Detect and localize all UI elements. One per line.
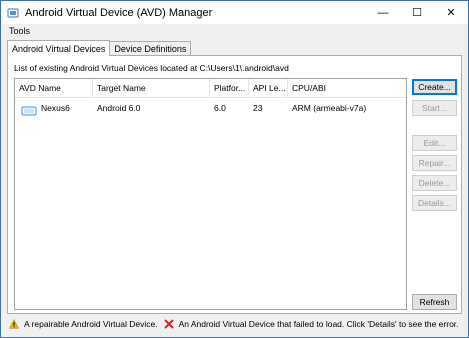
refresh-button[interactable]: Refresh bbox=[412, 294, 457, 310]
close-button[interactable]: ✕ bbox=[434, 1, 468, 24]
column-header-api-level[interactable]: API Le... bbox=[249, 78, 288, 98]
cell-cpu-abi: ARM (armeabi-v7a) bbox=[292, 103, 367, 113]
table-row[interactable]: Nexus6 Android 6.0 6.0 23 ARM (armeabi-v… bbox=[15, 98, 406, 118]
tab-android-virtual-devices[interactable]: Android Virtual Devices bbox=[7, 40, 111, 56]
tab-device-definitions[interactable]: Device Definitions bbox=[109, 41, 192, 56]
avd-table: AVD Name Target Name Platfor... API Le..… bbox=[14, 78, 407, 310]
cell-avd-name: Nexus6 bbox=[15, 98, 93, 118]
create-button[interactable]: Create... bbox=[412, 79, 457, 95]
device-icon bbox=[21, 103, 37, 116]
avd-manager-window: Android Virtual Device (AVD) Manager — ☐… bbox=[0, 0, 469, 338]
app-icon bbox=[7, 7, 19, 19]
menu-tools[interactable]: Tools bbox=[9, 26, 30, 36]
details-button[interactable]: Details... bbox=[412, 195, 457, 211]
cell-platform: 6.0 bbox=[214, 103, 226, 113]
menu-bar: Tools bbox=[1, 24, 468, 38]
maximize-button[interactable]: ☐ bbox=[400, 1, 434, 24]
minimize-button[interactable]: — bbox=[366, 1, 400, 24]
avd-name-text: Nexus6 bbox=[41, 103, 70, 113]
column-header-avd-name[interactable]: AVD Name bbox=[15, 78, 93, 98]
tab-strip: Android Virtual Devices Device Definitio… bbox=[7, 40, 192, 56]
table-header: AVD Name Target Name Platfor... API Le..… bbox=[15, 78, 406, 98]
window-title: Android Virtual Device (AVD) Manager bbox=[25, 6, 213, 19]
cell-target-name: Android 6.0 bbox=[97, 103, 141, 113]
column-header-target-name[interactable]: Target Name bbox=[93, 78, 210, 98]
avd-location-caption: List of existing Android Virtual Devices… bbox=[14, 63, 289, 73]
warning-icon bbox=[9, 319, 19, 329]
error-icon bbox=[164, 319, 174, 329]
delete-button[interactable]: Delete... bbox=[412, 175, 457, 191]
warning-legend-text: A repairable Android Virtual Device. bbox=[24, 319, 158, 329]
repair-button[interactable]: Repair... bbox=[412, 155, 457, 171]
legend-bar: A repairable Android Virtual Device. An … bbox=[9, 316, 459, 332]
column-header-cpu-abi[interactable]: CPU/ABI bbox=[288, 79, 406, 98]
start-button[interactable]: Start... bbox=[412, 100, 457, 116]
error-legend-text: An Android Virtual Device that failed to… bbox=[178, 319, 459, 329]
cell-api-level: 23 bbox=[253, 103, 263, 113]
avd-panel: List of existing Android Virtual Devices… bbox=[7, 55, 462, 314]
title-bar: Android Virtual Device (AVD) Manager — ☐… bbox=[1, 1, 468, 24]
column-header-platform[interactable]: Platfor... bbox=[210, 78, 249, 98]
edit-button[interactable]: Edit... bbox=[412, 135, 457, 151]
